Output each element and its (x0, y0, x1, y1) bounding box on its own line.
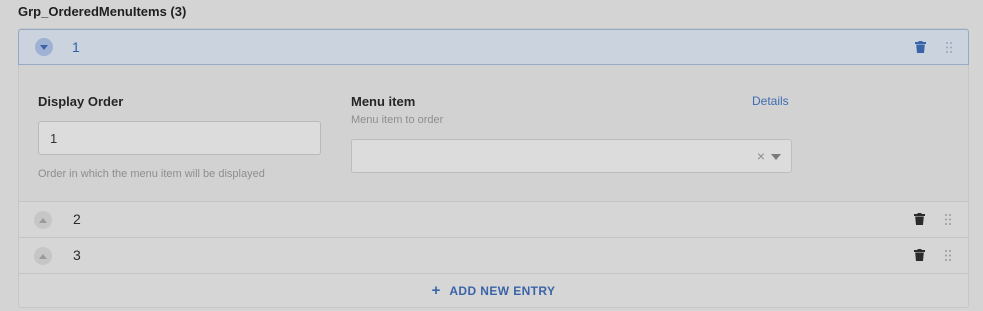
entry-header-3[interactable]: 3 (19, 237, 968, 272)
add-new-entry-label: ADD NEW ENTRY (449, 283, 556, 298)
entry-label: 3 (73, 247, 81, 263)
trash-icon[interactable] (915, 41, 926, 53)
clear-icon[interactable]: × (757, 148, 765, 164)
entry-body-1: Display Order Order in which the menu it… (19, 65, 968, 201)
chevron-down-icon (40, 44, 48, 50)
drag-handle-icon[interactable] (945, 214, 951, 225)
trash-icon[interactable] (914, 213, 925, 225)
component-title: Grp_OrderedMenuItems (3) (18, 4, 187, 19)
menu-item-description: Menu item to order (351, 114, 444, 126)
display-order-input[interactable] (38, 121, 321, 155)
entry-label: 2 (73, 211, 81, 227)
chevron-down-icon[interactable] (771, 154, 781, 160)
expand-toggle-button[interactable] (34, 247, 52, 265)
display-order-label: Display Order (38, 94, 124, 109)
display-order-hint: Order in which the menu item will be dis… (38, 168, 265, 180)
plus-icon: + (431, 282, 441, 299)
trash-icon[interactable] (914, 249, 925, 261)
expand-toggle-button[interactable] (34, 211, 52, 229)
menu-item-select[interactable]: × (351, 139, 792, 173)
collapse-toggle-button[interactable] (35, 38, 53, 56)
menu-item-label: Menu item (351, 94, 416, 109)
entry-label: 1 (72, 39, 80, 55)
chevron-up-icon (39, 253, 47, 259)
entry-header-1[interactable]: 1 (18, 29, 969, 65)
repeatable-component-panel: 1 Display Order Order in which the menu … (18, 28, 969, 308)
drag-handle-icon[interactable] (946, 42, 952, 53)
details-link[interactable]: Details (752, 94, 789, 108)
add-new-entry-button[interactable]: + ADD NEW ENTRY (19, 273, 968, 307)
drag-handle-icon[interactable] (945, 250, 951, 261)
entry-header-2[interactable]: 2 (19, 201, 968, 236)
chevron-up-icon (39, 217, 47, 223)
